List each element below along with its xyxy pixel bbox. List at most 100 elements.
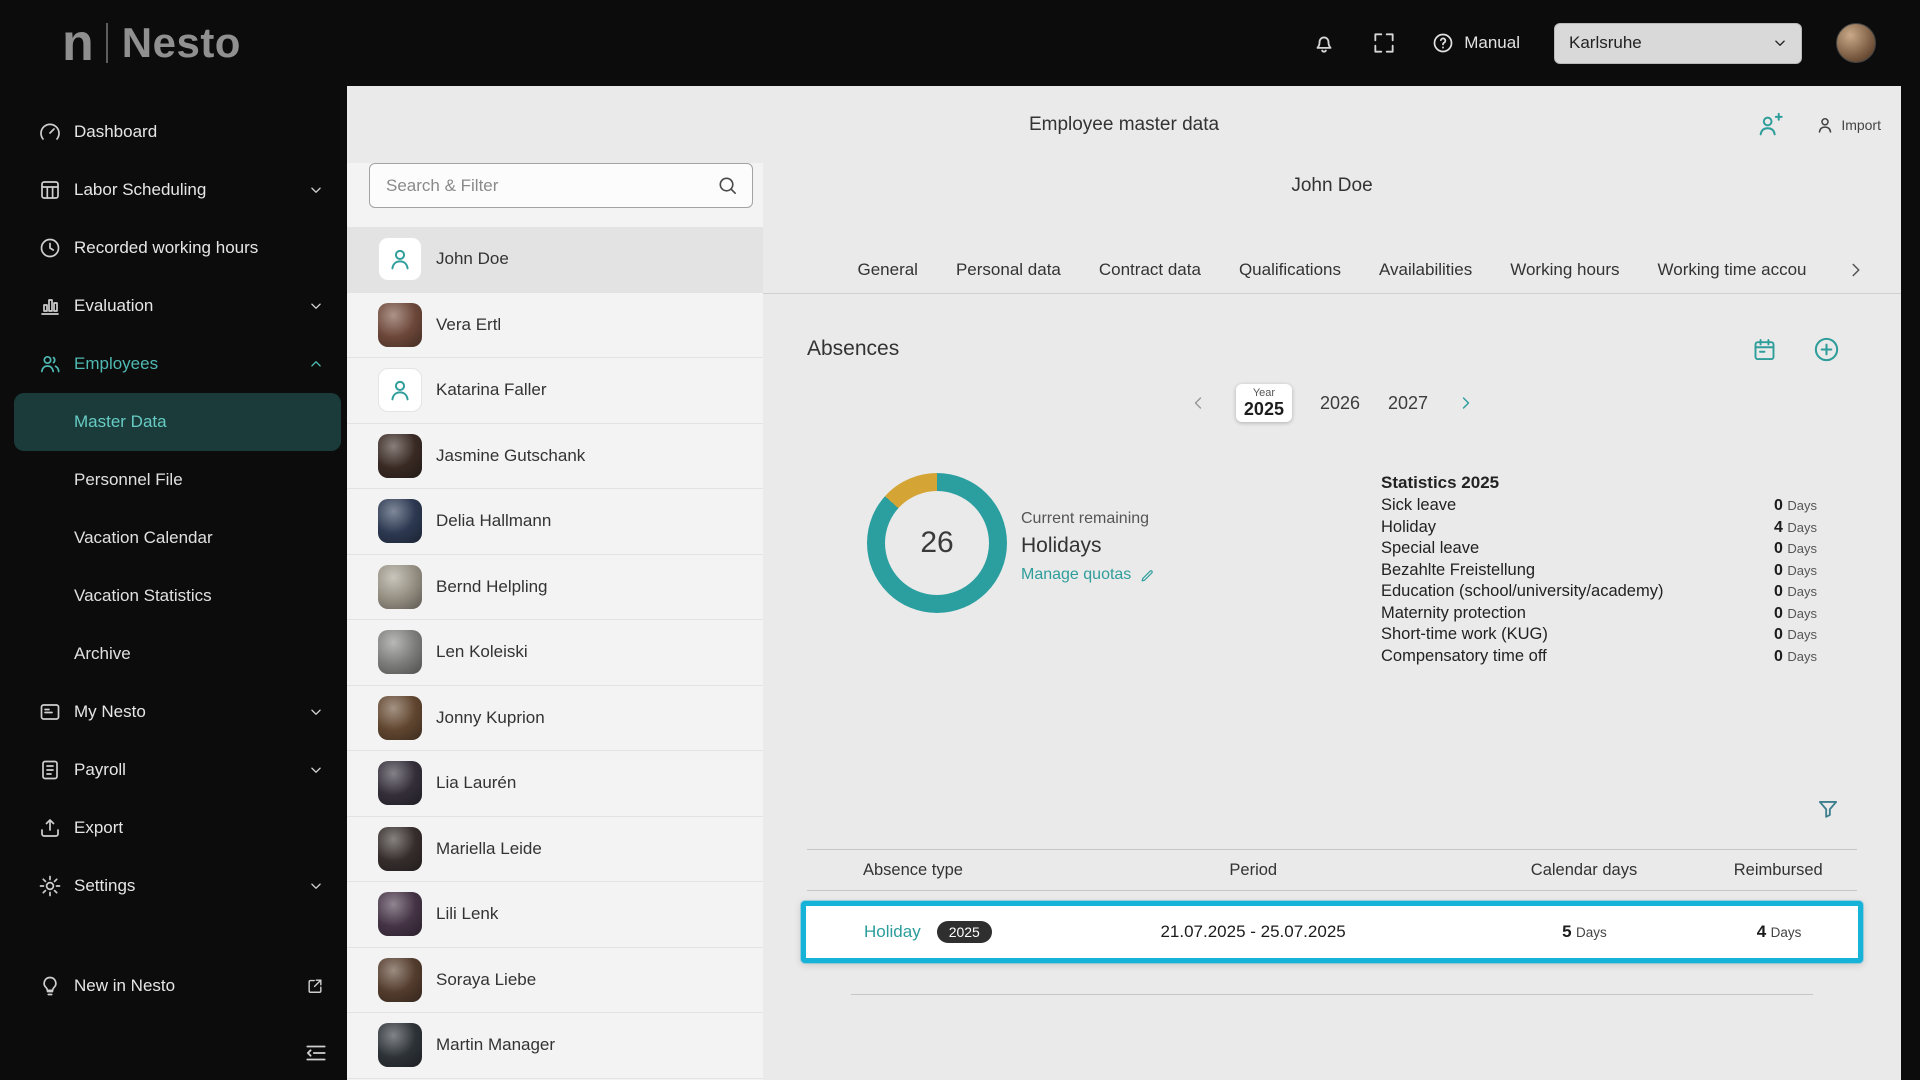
manual-label: Manual	[1464, 33, 1520, 53]
sidebar-item-my-nesto[interactable]: My Nesto	[0, 683, 347, 741]
employee-row-bernd-helpling[interactable]: Bernd Helpling	[347, 555, 763, 621]
sidebar-item-recorded-working-hours[interactable]: Recorded working hours	[0, 219, 347, 277]
tabs-scroll-right-button[interactable]	[1845, 259, 1867, 281]
employee-row-len-koleiski[interactable]: Len Koleiski	[347, 620, 763, 686]
logo-name: Nesto	[122, 19, 241, 67]
header-actions: Import	[1756, 86, 1881, 163]
table-bottom-divider	[851, 994, 1813, 995]
sidebar-item-label: Master Data	[74, 412, 167, 432]
tab-working-hours[interactable]: Working hours	[1510, 260, 1619, 280]
tab-personal-data[interactable]: Personal data	[956, 260, 1061, 280]
employee-name: Jonny Kuprion	[436, 708, 545, 728]
person-avatar-icon	[378, 237, 422, 281]
sidebar-item-label: Vacation Statistics	[74, 586, 212, 606]
year-2026[interactable]: 2026	[1320, 393, 1360, 414]
sidebar-collapse-button[interactable]	[303, 1040, 329, 1066]
fullscreen-button[interactable]	[1371, 30, 1397, 56]
sidebar-item-master-data[interactable]: Master Data	[14, 393, 341, 451]
employee-photo	[378, 761, 422, 805]
donut-label: Holidays	[1021, 534, 1156, 558]
employee-row-lili-lenk[interactable]: Lili Lenk	[347, 882, 763, 948]
employee-name: Lia Laurén	[436, 773, 516, 793]
page-title: Employee master data	[1029, 114, 1219, 136]
employee-row-delia-hallmann[interactable]: Delia Hallmann	[347, 489, 763, 555]
holiday-summary-row: 26 Current remaining Holidays Manage quo…	[763, 473, 1901, 667]
add-absence-button[interactable]	[1812, 335, 1841, 364]
previous-year-button[interactable]	[1188, 393, 1208, 413]
stat-row-sick-leave: Sick leave 0 Days	[1381, 495, 1817, 517]
stat-value: 0 Days	[1774, 560, 1817, 582]
employee-row-jasmine-gutschank[interactable]: Jasmine Gutschank	[347, 424, 763, 490]
statistics-block: Statistics 2025 Sick leave 0 Days Holida…	[1381, 473, 1817, 667]
import-button[interactable]: Import	[1814, 114, 1881, 136]
manage-quotas-link[interactable]: Manage quotas	[1021, 566, 1156, 584]
employee-row-mariella-leide[interactable]: Mariella Leide	[347, 817, 763, 883]
sidebar-item-export[interactable]: Export	[0, 799, 347, 857]
year-2027[interactable]: 2027	[1388, 393, 1428, 414]
absences-title: Absences	[807, 337, 899, 361]
add-employee-button[interactable]	[1756, 111, 1784, 139]
notifications-button[interactable]	[1311, 30, 1337, 56]
clock-icon	[38, 236, 62, 260]
search-icon[interactable]	[716, 174, 739, 197]
absence-type-link[interactable]: Holiday	[864, 922, 921, 942]
employee-row-katarina-faller[interactable]: Katarina Faller	[347, 358, 763, 424]
person-avatar-icon	[378, 368, 422, 412]
sidebar-item-employees[interactable]: Employees	[0, 335, 347, 393]
employee-name: Mariella Leide	[436, 839, 542, 859]
location-dropdown[interactable]: Karlsruhe	[1554, 23, 1802, 64]
year-value: 2025	[1244, 399, 1284, 419]
tab-availabilities[interactable]: Availabilities	[1379, 260, 1472, 280]
stat-value: 0 Days	[1774, 581, 1817, 603]
column-header-period: Period	[1038, 861, 1469, 880]
lightbulb-icon	[38, 974, 62, 998]
stat-value: 0 Days	[1774, 495, 1817, 517]
sidebar-item-new-in-nesto[interactable]: New in Nesto	[0, 963, 347, 1009]
schedule-board-icon	[38, 178, 62, 202]
search-input[interactable]	[369, 163, 753, 208]
next-year-button[interactable]	[1456, 393, 1476, 413]
stat-value: 0 Days	[1774, 603, 1817, 625]
employee-detail-panel: John Doe General Personal data Contract …	[763, 163, 1901, 1080]
year-selected[interactable]: Year 2025	[1236, 384, 1292, 422]
sidebar-item-labor-scheduling[interactable]: Labor Scheduling	[0, 161, 347, 219]
column-header-calendar-days: Calendar days	[1469, 861, 1700, 880]
absence-row-highlighted[interactable]: Holiday 2025 21.07.2025 - 25.07.2025 5 D…	[801, 901, 1863, 963]
employee-row-martin-manager[interactable]: Martin Manager	[347, 1013, 763, 1079]
column-header-absence-type: Absence type	[807, 861, 1038, 880]
sidebar-item-label: My Nesto	[74, 702, 146, 722]
sidebar-item-dashboard[interactable]: Dashboard	[0, 103, 347, 161]
sidebar-item-payroll[interactable]: Payroll	[0, 741, 347, 799]
sidebar-item-label: Evaluation	[74, 296, 153, 316]
tab-contract-data[interactable]: Contract data	[1099, 260, 1201, 280]
stat-row-short-time-work: Short-time work (KUG) 0 Days	[1381, 624, 1817, 646]
employee-name: Lili Lenk	[436, 904, 498, 924]
employee-row-lia-lauren[interactable]: Lia Laurén	[347, 751, 763, 817]
sidebar-item-label: Employees	[74, 354, 158, 374]
stat-label: Sick leave	[1381, 495, 1711, 517]
employee-row-john-doe[interactable]: John Doe	[347, 227, 763, 293]
sidebar-item-vacation-statistics[interactable]: Vacation Statistics	[0, 567, 347, 625]
employee-row-vera-ertl[interactable]: Vera Ertl	[347, 293, 763, 359]
tab-qualifications[interactable]: Qualifications	[1239, 260, 1341, 280]
sidebar-item-settings[interactable]: Settings	[0, 857, 347, 915]
employee-row-jonny-kuprion[interactable]: Jonny Kuprion	[347, 686, 763, 752]
employee-row-soraya-liebe[interactable]: Soraya Liebe	[347, 948, 763, 1014]
sidebar-item-evaluation[interactable]: Evaluation	[0, 277, 347, 335]
chevron-down-icon	[307, 877, 325, 895]
filter-button[interactable]	[1815, 796, 1841, 822]
funnel-icon	[1815, 796, 1841, 822]
employee-name: Bernd Helpling	[436, 577, 548, 597]
sidebar-item-vacation-calendar[interactable]: Vacation Calendar	[0, 509, 347, 567]
sidebar-item-archive[interactable]: Archive	[0, 625, 347, 683]
employee-name: Katarina Faller	[436, 380, 547, 400]
import-label: Import	[1841, 117, 1881, 133]
tab-working-time-accounts[interactable]: Working time accou	[1658, 260, 1807, 280]
absence-calendar-button[interactable]	[1751, 336, 1778, 363]
stat-label: Compensatory time off	[1381, 646, 1711, 668]
sidebar-item-personnel-file[interactable]: Personnel File	[0, 451, 347, 509]
absences-actions	[1751, 335, 1841, 364]
tab-general[interactable]: General	[857, 260, 917, 280]
manual-button[interactable]: Manual	[1431, 31, 1520, 55]
user-avatar[interactable]	[1836, 23, 1876, 63]
